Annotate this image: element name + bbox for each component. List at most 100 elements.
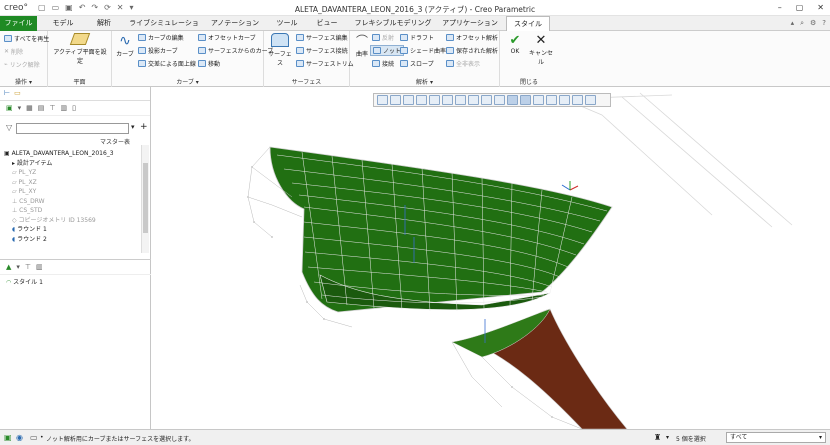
surface-connect-button[interactable]: サーフェス接続: [296, 46, 348, 55]
curvature-button[interactable]: ⌒ 曲率: [352, 33, 372, 58]
projected-curve-button[interactable]: 投影カーブ: [138, 46, 178, 55]
tree-item-style-1[interactable]: ◠ スタイル 1: [0, 278, 151, 288]
scroll-thumb[interactable]: [143, 163, 148, 233]
zoom-out-icon[interactable]: [403, 95, 414, 105]
tab-applications[interactable]: アプリケーション: [440, 16, 500, 31]
curve-button[interactable]: ∿ カーブ: [114, 33, 136, 58]
tab-analysis[interactable]: 解析: [86, 16, 122, 31]
intersection-curve-button[interactable]: 交差による面上線: [138, 59, 196, 68]
style-dropdown-icon[interactable]: ▾: [16, 263, 20, 271]
settings-icon[interactable]: ▤: [38, 104, 45, 112]
perspective-icon[interactable]: [429, 95, 440, 105]
shade-curvature-button[interactable]: シェード曲率: [400, 46, 446, 55]
repaint-icon[interactable]: [416, 95, 427, 105]
tree-item-cs-std[interactable]: ⊥ CS_STD: [4, 206, 142, 216]
set-active-plane-button[interactable]: アクティブ平面を設定: [52, 33, 108, 65]
draft-button[interactable]: ドラフト: [400, 33, 434, 42]
offset-curve-button[interactable]: オフセットカーブ: [198, 33, 256, 42]
columns-icon[interactable]: ▥: [36, 263, 43, 271]
group-label[interactable]: カーブ ▾: [112, 77, 263, 86]
view-manager-icon[interactable]: [468, 95, 479, 105]
curve-from-surface-button[interactable]: サーフェスからのカーブ: [198, 46, 273, 55]
folder-tab-icon[interactable]: ▭: [14, 89, 21, 98]
filter-tree-icon[interactable]: ⊤: [49, 104, 55, 112]
tab-annotation[interactable]: アノテーション: [206, 16, 264, 31]
spin-center-icon[interactable]: [507, 95, 518, 105]
tree-item-cs-drw[interactable]: ⊥ CS_DRW: [4, 197, 142, 207]
maximize-icon[interactable]: ▢: [796, 3, 804, 12]
group-label[interactable]: 操作 ▾: [0, 77, 47, 86]
refit-icon[interactable]: [377, 95, 388, 105]
saved-analysis-button[interactable]: 保存された解析: [446, 46, 498, 55]
add-icon[interactable]: +: [140, 122, 148, 132]
tab-flexible-modeling[interactable]: フレキシブルモデリング: [350, 16, 436, 31]
saved-views-icon[interactable]: [455, 95, 466, 105]
tab-view[interactable]: ビュー: [310, 16, 344, 31]
tab-tools[interactable]: ツール: [270, 16, 304, 31]
filter-dropdown-icon[interactable]: ▾: [131, 123, 135, 131]
four-views-icon[interactable]: [572, 95, 583, 105]
group-label[interactable]: 解析 ▾: [350, 77, 499, 86]
datum-display-icon[interactable]: [494, 95, 505, 105]
annotation-display-icon[interactable]: [520, 95, 531, 105]
regenerate-all-button[interactable]: すべてを再生: [4, 34, 49, 43]
display-style-icon[interactable]: [442, 95, 453, 105]
section-icon[interactable]: [481, 95, 492, 105]
tab-style[interactable]: スタイル: [506, 16, 550, 32]
model-tree-tab-icon[interactable]: ⊢: [4, 89, 10, 98]
tree-item-pl-xz[interactable]: ▱ PL_XZ: [4, 178, 142, 188]
search-icon[interactable]: ⌕: [800, 19, 804, 28]
settings-icon[interactable]: ⚙: [810, 19, 816, 28]
grid-icon[interactable]: [546, 95, 557, 105]
zoom-in-icon[interactable]: [390, 95, 401, 105]
minimize-ribbon-icon[interactable]: ▴: [791, 19, 795, 28]
selection-filter-dropdown[interactable]: すべて ▾: [726, 432, 826, 443]
tab-file[interactable]: ファイル: [0, 16, 37, 31]
columns-icon[interactable]: ▥: [61, 104, 68, 112]
layout-icon[interactable]: [585, 95, 596, 105]
ok-button[interactable]: ✔ OK: [504, 34, 526, 56]
tree-item-round-2[interactable]: ◖ ラウンド 2: [4, 235, 142, 245]
move-button[interactable]: 移動: [198, 59, 220, 68]
nav-icon[interactable]: ▣: [4, 433, 12, 442]
delete-button[interactable]: ✕ 削除: [4, 47, 23, 56]
tree-dropdown-icon[interactable]: ▾: [18, 104, 22, 112]
browser-icon[interactable]: ◉: [16, 433, 23, 442]
style-view-icon[interactable]: [533, 95, 544, 105]
minimize-icon[interactable]: –: [778, 3, 782, 12]
unlink-button[interactable]: ⌁ リンク解除: [4, 60, 40, 69]
surface-trim-button[interactable]: サーフェストリム: [296, 59, 354, 68]
tree-item-root[interactable]: ▣ ALETA_DAVANTERA_LEON_2016_3: [4, 149, 142, 159]
graphics-area[interactable]: [152, 87, 830, 430]
page-icon[interactable]: ▯: [72, 104, 76, 112]
search-filter-input[interactable]: [16, 123, 129, 134]
close-icon[interactable]: ✕: [817, 3, 824, 12]
single-view-icon[interactable]: [559, 95, 570, 105]
show-icon[interactable]: ▦: [26, 104, 33, 112]
reflection-button[interactable]: 反射: [372, 33, 394, 42]
tree-item-design-items[interactable]: ▸ 設計アイテム: [4, 159, 142, 169]
help-icon[interactable]: ?: [822, 19, 826, 28]
surface-button[interactable]: サーフェス: [267, 33, 293, 67]
tab-live-simulation[interactable]: ライブシミュレーション: [128, 16, 200, 42]
surface-edit-button[interactable]: サーフェス編集: [296, 33, 348, 42]
connection-button[interactable]: 接続: [372, 59, 394, 68]
tree-item-pl-yz[interactable]: ▱ PL_YZ: [4, 168, 142, 178]
tree-icon[interactable]: ▣: [6, 104, 13, 112]
fullscreen-icon[interactable]: ▭: [30, 433, 38, 442]
style-icon[interactable]: ▲: [6, 263, 11, 271]
tree-item-pl-xy[interactable]: ▱ PL_XY: [4, 187, 142, 197]
find-dropdown-icon[interactable]: ▾: [666, 434, 669, 441]
tree-item-round-1[interactable]: ◖ ラウンド 1: [4, 225, 142, 235]
tree-item-copy-geom[interactable]: ◇ コピージオメトリ ID 13569: [4, 216, 142, 226]
knot-button[interactable]: ノット: [370, 45, 404, 56]
find-icon[interactable]: ♜: [654, 433, 661, 442]
slope-button[interactable]: スロープ: [400, 59, 434, 68]
tree-scrollbar[interactable]: [141, 145, 149, 253]
filter-tree-icon[interactable]: ⊤: [25, 263, 31, 271]
green-surface[interactable]: [269, 146, 613, 313]
cancel-button[interactable]: ✕ キャンセル: [528, 34, 554, 67]
edit-curve-button[interactable]: カーブの編集: [138, 33, 184, 42]
offset-analysis-button[interactable]: オフセット解析: [446, 33, 498, 42]
hide-all-button[interactable]: 全非表示: [446, 59, 480, 68]
